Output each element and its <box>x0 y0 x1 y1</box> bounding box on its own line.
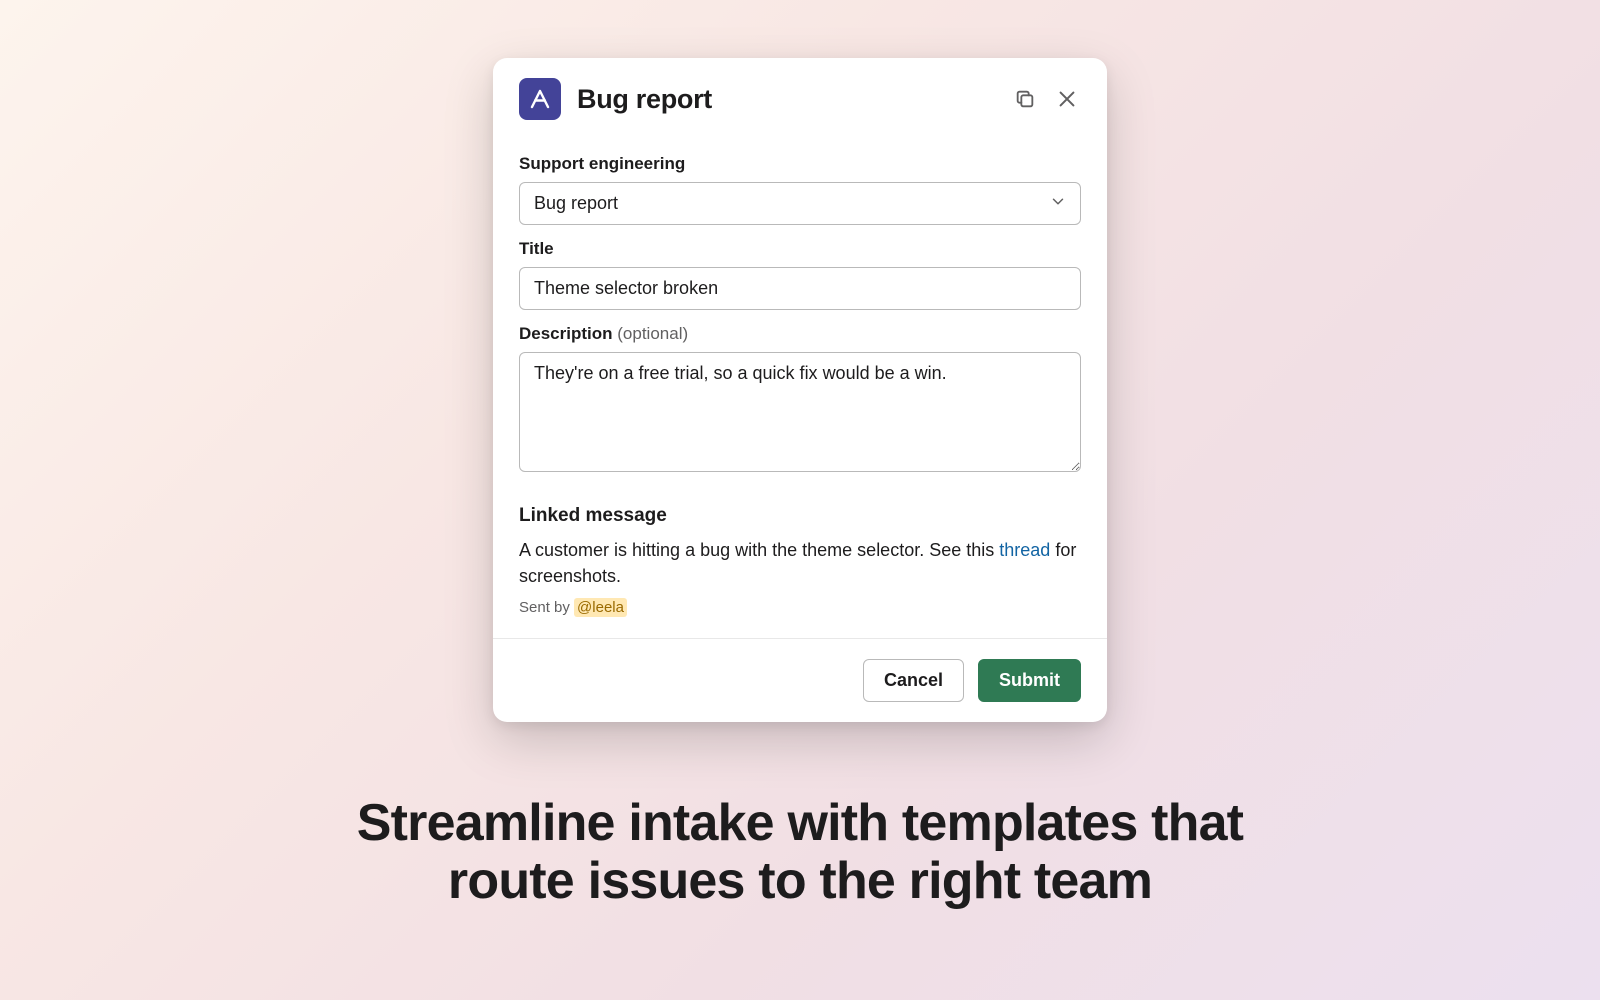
description-label: Description (optional) <box>519 324 1081 344</box>
thread-link[interactable]: thread <box>999 540 1050 560</box>
category-label: Support engineering <box>519 154 1081 174</box>
modal-header: Bug report <box>493 58 1107 132</box>
title-input[interactable] <box>519 267 1081 310</box>
category-select[interactable]: Bug report <box>519 182 1081 225</box>
header-actions <box>1011 85 1081 113</box>
linked-message-heading: Linked message <box>519 505 1081 527</box>
bug-report-modal: Bug report Support engineering Bug repor… <box>493 58 1107 722</box>
category-select-wrap: Bug report <box>519 182 1081 225</box>
description-textarea[interactable] <box>519 352 1081 472</box>
sent-by: Sent by @leela <box>519 599 1081 616</box>
sent-by-label: Sent by <box>519 599 574 616</box>
modal-body: Support engineering Bug report Title Des… <box>493 132 1107 638</box>
marketing-headline: Streamline intake with templates that ro… <box>350 794 1250 910</box>
cancel-button[interactable]: Cancel <box>863 659 964 702</box>
linked-text-before: A customer is hitting a bug with the the… <box>519 540 999 560</box>
close-icon[interactable] <box>1053 85 1081 113</box>
copy-icon[interactable] <box>1011 85 1039 113</box>
modal-footer: Cancel Submit <box>493 638 1107 722</box>
title-label: Title <box>519 239 1081 259</box>
description-label-text: Description <box>519 324 613 343</box>
submit-button[interactable]: Submit <box>978 659 1081 702</box>
description-optional: (optional) <box>617 324 688 343</box>
linked-message-text: A customer is hitting a bug with the the… <box>519 537 1081 589</box>
modal-title: Bug report <box>577 84 1011 115</box>
mention-user: @leela <box>574 598 627 617</box>
app-icon <box>519 78 561 120</box>
